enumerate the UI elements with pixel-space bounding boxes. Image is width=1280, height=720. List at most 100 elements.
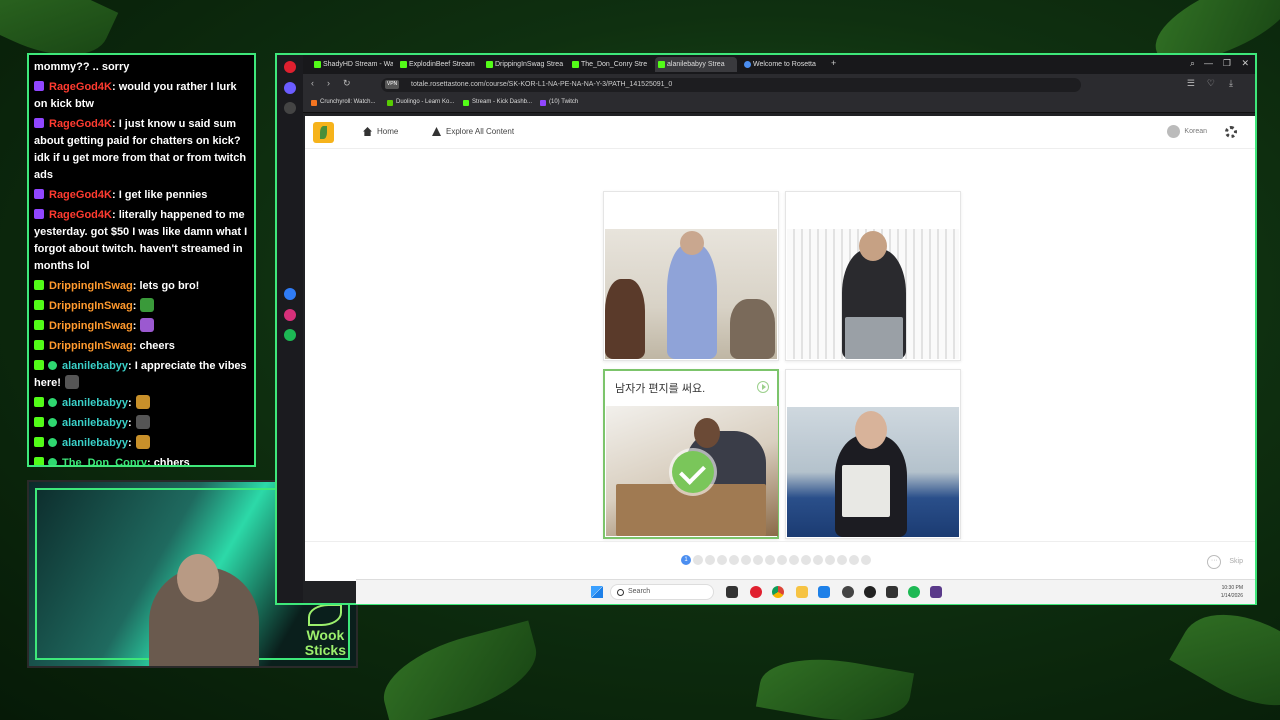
chat-username[interactable]: RageGod4K	[49, 209, 112, 221]
tab-bar: ⌕ — ❐ ✕ ShadyHD Stream - Wa ExplodinBeef …	[303, 55, 1255, 74]
subscriber-badge-icon	[48, 458, 57, 465]
gamepad-icon[interactable]	[886, 586, 898, 598]
windows-start-icon[interactable]	[591, 586, 603, 598]
chat-username[interactable]: alanilebabyy	[62, 417, 128, 429]
folder-icon[interactable]	[796, 586, 808, 598]
chat-message: DrippingInSwag:	[34, 298, 249, 315]
new-tab-icon[interactable]: +	[831, 58, 836, 68]
star-icon[interactable]	[284, 102, 296, 114]
nav-explore[interactable]: Explore All Content	[432, 127, 514, 136]
chat-message: alanilebabyy:	[34, 415, 249, 432]
forward-icon[interactable]: ›	[327, 78, 330, 88]
language-selector[interactable]: Korean	[1167, 125, 1207, 138]
card-caption: 남자가 편지를 써요.	[615, 383, 706, 395]
answer-card-reading[interactable]	[785, 369, 961, 539]
search-tabs-icon[interactable]: ⌕	[1190, 58, 1195, 69]
chat-username[interactable]: DrippingInSwag	[49, 300, 133, 312]
obs-icon[interactable]	[930, 586, 942, 598]
clock-date: 1/14/2026	[1220, 593, 1243, 599]
back-icon[interactable]: ‹	[311, 78, 314, 88]
emote-icon	[135, 435, 150, 449]
logo-text-line2: Sticks	[304, 642, 346, 658]
nav-explore-label: Explore All Content	[446, 127, 515, 136]
rosetta-page: Home Explore All Content Korean 남자가 편지를 …	[305, 116, 1255, 581]
maximize-icon[interactable]: ❐	[1223, 58, 1231, 69]
opera-taskbar-icon[interactable]	[750, 586, 762, 598]
audio-play-icon[interactable]	[757, 381, 769, 393]
reload-icon[interactable]: ↻	[343, 78, 351, 89]
progress-dot	[717, 555, 727, 565]
chat-username[interactable]: DrippingInSwag	[49, 280, 133, 292]
home-icon[interactable]	[284, 82, 296, 94]
chat-username[interactable]: The_Don_Conry	[62, 457, 147, 465]
bookmark-kick-dashboard[interactable]: Stream - Kick Dashb...	[463, 99, 532, 106]
gear-icon[interactable]	[1225, 126, 1237, 138]
app-icon[interactable]	[842, 586, 854, 598]
photo-man-at-podium	[787, 229, 959, 359]
progress-dot	[789, 555, 799, 565]
chat-text: : chhers	[146, 457, 190, 467]
skip-button[interactable]: ··· Skip	[1207, 555, 1243, 569]
chat-text: :	[128, 397, 132, 409]
browser-tab[interactable]: ShadyHD Stream - Wa	[311, 57, 393, 72]
address-bar-row: ‹ › ↻ VPN totale.rosettastone.com/course…	[303, 74, 1255, 96]
opera-icon[interactable]	[284, 61, 296, 73]
media-icon[interactable]	[864, 586, 876, 598]
url-input[interactable]: VPN totale.rosettastone.com/course/SK-KO…	[381, 78, 1081, 92]
browser-tab[interactable]: DrippingInSwag Strea	[483, 57, 565, 72]
taskbar-search[interactable]: Search	[610, 584, 714, 600]
rosetta-logo[interactable]	[313, 122, 334, 143]
nav-home-label: Home	[377, 127, 399, 136]
download-icon[interactable]: ⤓	[1229, 78, 1233, 89]
minimize-icon[interactable]: —	[1204, 58, 1213, 68]
chat-username[interactable]: DrippingInSwag	[49, 340, 133, 352]
instagram-icon[interactable]	[284, 309, 296, 321]
chat-message: RageGod4K: I just know u said sum about …	[34, 116, 249, 184]
subscriber-badge-icon	[48, 361, 57, 370]
progress-dot	[861, 555, 871, 565]
leaf-decoration	[1169, 590, 1280, 720]
task-view-icon[interactable]	[726, 586, 738, 598]
chat-username[interactable]: RageGod4K	[49, 118, 112, 130]
bookmark-crunchyroll[interactable]: Crunchyroll: Watch...	[311, 99, 375, 106]
system-clock[interactable]: 10:30 PM 1/14/2026	[1221, 584, 1243, 600]
chat-username[interactable]: alanilebabyy	[62, 437, 128, 449]
heart-icon[interactable]: ♡	[1207, 78, 1215, 89]
spotify-taskbar-icon[interactable]	[908, 586, 920, 598]
progress-dots: 1	[681, 555, 871, 565]
vpn-badge[interactable]: VPN	[385, 80, 399, 89]
chat-username[interactable]: RageGod4K	[49, 81, 112, 93]
answer-card-classroom[interactable]	[603, 191, 779, 361]
chat-username[interactable]: DrippingInSwag	[49, 320, 133, 332]
browser-tab[interactable]: alanilebabyy Strea	[655, 57, 737, 72]
spotify-icon[interactable]	[284, 329, 296, 341]
streamer-head	[177, 554, 219, 602]
leaf-decoration	[755, 647, 915, 720]
leaf-icon	[308, 604, 343, 626]
extensions-icon[interactable]: ☰	[1187, 78, 1195, 89]
answer-card-writing[interactable]: 남자가 편지를 써요.	[603, 369, 779, 539]
chrome-icon[interactable]	[772, 586, 784, 598]
messenger-icon[interactable]	[284, 288, 296, 300]
answer-card-speaker[interactable]	[785, 191, 961, 361]
bookmark-twitch[interactable]: (10) Twitch	[540, 99, 578, 106]
chat-username[interactable]: alanilebabyy	[62, 397, 128, 409]
browser-tab[interactable]: ExplodinBeef Stream	[397, 57, 479, 72]
twitch-badge-icon	[34, 209, 44, 219]
site-header: Home Explore All Content Korean	[305, 116, 1255, 149]
chat-username[interactable]: alanilebabyy	[62, 360, 128, 372]
store-icon[interactable]	[818, 586, 830, 598]
close-icon[interactable]: ✕	[1241, 58, 1249, 69]
url-text: totale.rosettastone.com/course/SK-KOR-L1…	[411, 81, 673, 88]
browser-tab[interactable]: The_Don_Conry Stre	[569, 57, 651, 72]
emote-icon	[140, 318, 155, 332]
shapes-icon	[432, 127, 441, 136]
chat-text: :	[132, 320, 137, 332]
subscriber-badge-icon	[48, 398, 57, 407]
browser-tab[interactable]: Welcome to Rosetta	[741, 57, 823, 72]
chat-username[interactable]: RageGod4K	[49, 189, 112, 201]
nav-home[interactable]: Home	[363, 127, 398, 136]
bookmark-duolingo[interactable]: Duolingo - Learn Ko...	[387, 99, 454, 106]
twitch-badge-icon	[34, 81, 44, 91]
language-label: Korean	[1184, 128, 1207, 135]
